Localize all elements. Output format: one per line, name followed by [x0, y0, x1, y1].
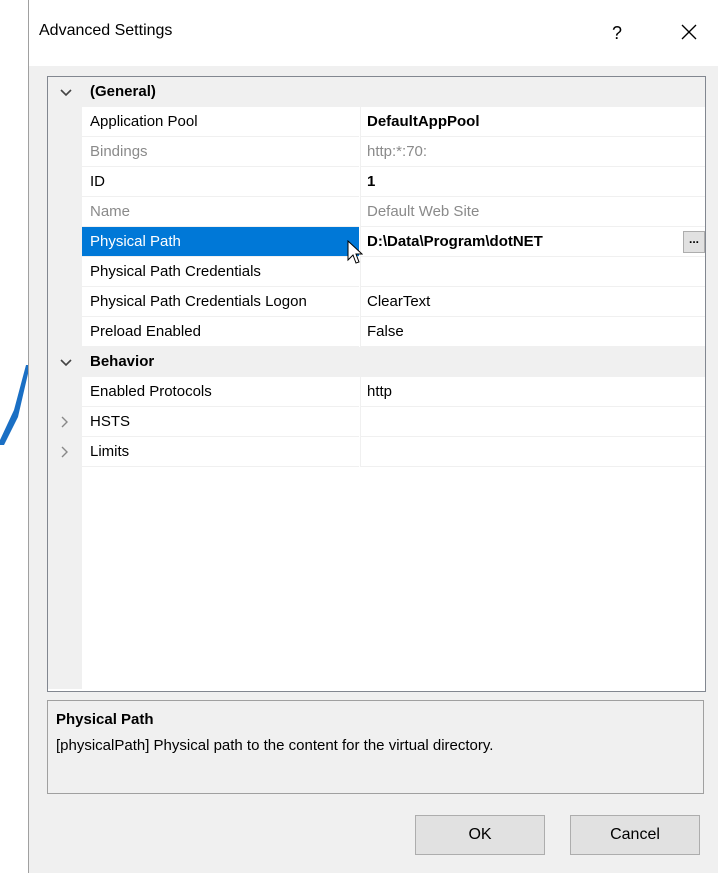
property-value[interactable]: DefaultAppPool	[367, 113, 480, 130]
help-button[interactable]: ?	[597, 18, 637, 48]
close-button[interactable]	[671, 16, 707, 48]
property-name: Physical Path Credentials Logon	[90, 293, 307, 310]
property-grid[interactable]: (General) Application Pool DefaultAppPoo…	[47, 76, 706, 692]
title-bar[interactable]: Advanced Settings ?	[29, 0, 718, 66]
chevron-down-icon[interactable]	[56, 82, 76, 102]
mouse-cursor-icon	[347, 240, 363, 264]
category-behavior[interactable]: Behavior	[48, 347, 705, 377]
property-value[interactable]: ClearText	[367, 293, 430, 310]
property-name: HSTS	[90, 413, 131, 430]
property-row-physical-path[interactable]: Physical Path D:\Data\Program\dotNET ...	[48, 227, 705, 257]
property-value[interactable]: http	[367, 383, 392, 400]
property-value: Default Web Site	[367, 203, 480, 220]
property-row-limits[interactable]: Limits	[48, 437, 705, 467]
property-name: Preload Enabled	[90, 323, 201, 340]
property-name: Physical Path Credentials	[90, 263, 261, 280]
chevron-down-icon[interactable]	[56, 352, 76, 372]
dialog-title: Advanced Settings	[39, 22, 173, 39]
property-name: Name	[90, 203, 131, 220]
chevron-right-icon[interactable]	[54, 442, 74, 462]
cancel-button[interactable]: Cancel	[570, 815, 700, 855]
property-value[interactable]: False	[367, 323, 404, 340]
category-label: (General)	[90, 83, 156, 100]
property-row-physical-path-credentials[interactable]: Physical Path Credentials	[48, 257, 705, 287]
description-title: Physical Path	[56, 711, 154, 728]
property-value[interactable]: D:\Data\Program\dotNET	[367, 233, 543, 250]
close-icon	[681, 24, 697, 40]
chevron-right-icon[interactable]	[54, 412, 74, 432]
property-name: Enabled Protocols	[90, 383, 212, 400]
description-panel: Physical Path [physicalPath] Physical pa…	[47, 700, 704, 794]
property-name: Physical Path	[90, 233, 181, 250]
property-row-preload-enabled[interactable]: Preload Enabled False	[48, 317, 705, 347]
property-name: Application Pool	[90, 113, 198, 130]
property-row-name[interactable]: Name Default Web Site	[48, 197, 705, 227]
description-text: [physicalPath] Physical path to the cont…	[56, 737, 494, 754]
browse-button[interactable]: ...	[683, 231, 705, 253]
property-row-credentials-logon[interactable]: Physical Path Credentials Logon ClearTex…	[48, 287, 705, 317]
category-general[interactable]: (General)	[48, 77, 705, 107]
category-label: Behavior	[90, 353, 155, 370]
property-name: ID	[90, 173, 105, 190]
ok-button[interactable]: OK	[415, 815, 545, 855]
property-row-application-pool[interactable]: Application Pool DefaultAppPool	[48, 107, 705, 137]
property-value: http:*:70:	[367, 143, 428, 160]
property-row-hsts[interactable]: HSTS	[48, 407, 705, 437]
property-value[interactable]: 1	[367, 173, 375, 190]
property-name: Limits	[90, 443, 130, 460]
property-name: Bindings	[90, 143, 148, 160]
property-row-enabled-protocols[interactable]: Enabled Protocols http	[48, 377, 705, 407]
advanced-settings-dialog: Advanced Settings ? (General) Applicatio…	[28, 0, 718, 873]
background-arrow-shape	[0, 365, 30, 445]
property-row-id[interactable]: ID 1	[48, 167, 705, 197]
property-row-bindings[interactable]: Bindings http:*:70:	[48, 137, 705, 167]
